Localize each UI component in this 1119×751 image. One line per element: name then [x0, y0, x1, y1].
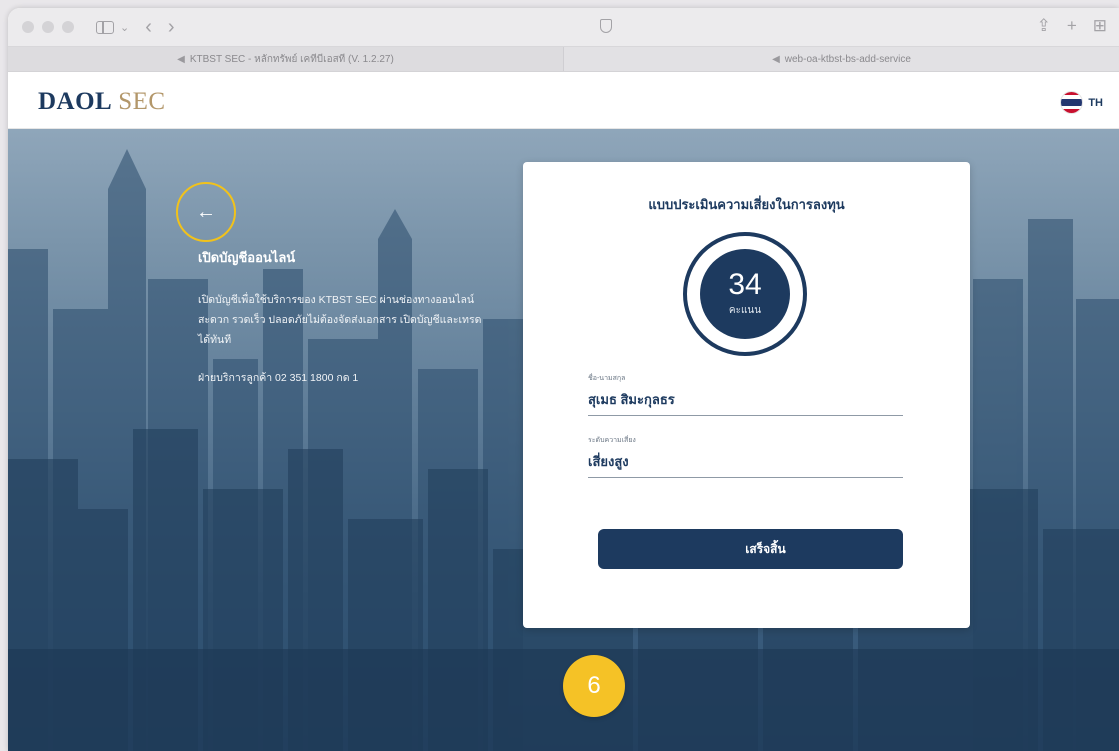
tab-ktbst-sec[interactable]: ◀︎ KTBST SEC - หลักทรัพย์ เคทีบีเอสที (V…: [8, 47, 564, 71]
back-button[interactable]: ←: [176, 182, 236, 242]
site-header: DAOL SEC TH: [8, 72, 1119, 129]
forward-nav-icon[interactable]: ›: [168, 17, 175, 37]
name-field: ชื่อ-นามสกุล สุเมธ สิมะกุลธร: [588, 373, 903, 416]
intro-description: เปิดบัญชีเพื่อใช้บริการของ KTBST SEC ผ่า…: [198, 294, 482, 346]
toolbar-right: ⇪ + ⊞: [1037, 16, 1107, 36]
name-field-label: ชื่อ-นามสกุล: [588, 375, 626, 382]
risk-level-value: เสี่ยงสูง: [588, 454, 629, 469]
tab-label: KTBST SEC - หลักทรัพย์ เคทีบีเอสที (V. 1…: [189, 53, 394, 65]
tab-web-oa[interactable]: ◀︎ web-oa-ktbst-bs-add-service: [564, 47, 1119, 71]
name-field-value: สุเมธ สิมะกุลธร: [588, 392, 675, 407]
daol-sec-logo[interactable]: DAOL SEC: [38, 88, 166, 116]
finish-button[interactable]: เสร็จสิ้น: [598, 529, 903, 569]
new-tab-icon[interactable]: +: [1067, 16, 1077, 36]
score-badge: 34 คะแนน: [700, 249, 790, 339]
minimize-window-icon[interactable]: [42, 21, 54, 33]
window-controls[interactable]: [22, 21, 74, 33]
score-unit: คะแนน: [728, 305, 762, 316]
intro-panel: เปิดบัญชีออนไลน์ เปิดบัญชีเพื่อใช้บริการ…: [198, 247, 488, 388]
language-label: TH: [1088, 96, 1103, 109]
risk-level-label: ระดับความเสี่ยง: [588, 437, 636, 444]
sidebar-toggle-icon[interactable]: [96, 20, 114, 34]
speaker-icon: ◀︎: [177, 53, 185, 65]
risk-level-field: ระดับความเสี่ยง เสี่ยงสูง: [588, 435, 903, 478]
card-title: แบบประเมินความเสี่ยงในการลงทุน: [648, 197, 845, 212]
speaker-icon: ◀︎: [772, 53, 780, 65]
arrow-left-icon: ←: [196, 200, 216, 223]
privacy-shield-icon[interactable]: [600, 19, 612, 33]
tab-strip: ◀︎ KTBST SEC - หลักทรัพย์ เคทีบีเอสที (V…: [8, 46, 1119, 72]
customer-service-hotline: ฝ่ายบริการลูกค้า 02 351 1800 กด 1: [198, 372, 359, 384]
back-nav-icon[interactable]: ‹: [145, 17, 152, 37]
tab-label: web-oa-ktbst-bs-add-service: [784, 53, 911, 65]
score-value: 34: [728, 268, 762, 301]
risk-assessment-card: แบบประเมินความเสี่ยงในการลงทุน 34 คะแนน …: [523, 162, 970, 628]
share-icon[interactable]: ⇪: [1037, 16, 1051, 36]
hero-background: ← เปิดบัญชีออนไลน์ เปิดบัญชีเพื่อใช้บริก…: [8, 129, 1119, 751]
score-ring: 34 คะแนน: [683, 232, 807, 356]
tab-overview-icon[interactable]: ⊞: [1093, 16, 1107, 36]
browser-window: ⌄ ‹ › ⇪ + ⊞ ◀︎ KTBST SEC - หลักทรัพย์ เค…: [8, 8, 1119, 751]
language-switcher[interactable]: TH: [1061, 92, 1103, 113]
close-window-icon[interactable]: [22, 21, 34, 33]
step-number-badge: 6: [563, 655, 625, 717]
zoom-window-icon[interactable]: [62, 21, 74, 33]
chevron-down-icon[interactable]: ⌄: [120, 21, 129, 34]
title-bar: ⌄ ‹ › ⇪ + ⊞: [8, 8, 1119, 46]
thai-flag-icon: [1061, 92, 1083, 113]
intro-title: เปิดบัญชีออนไลน์: [198, 250, 296, 265]
